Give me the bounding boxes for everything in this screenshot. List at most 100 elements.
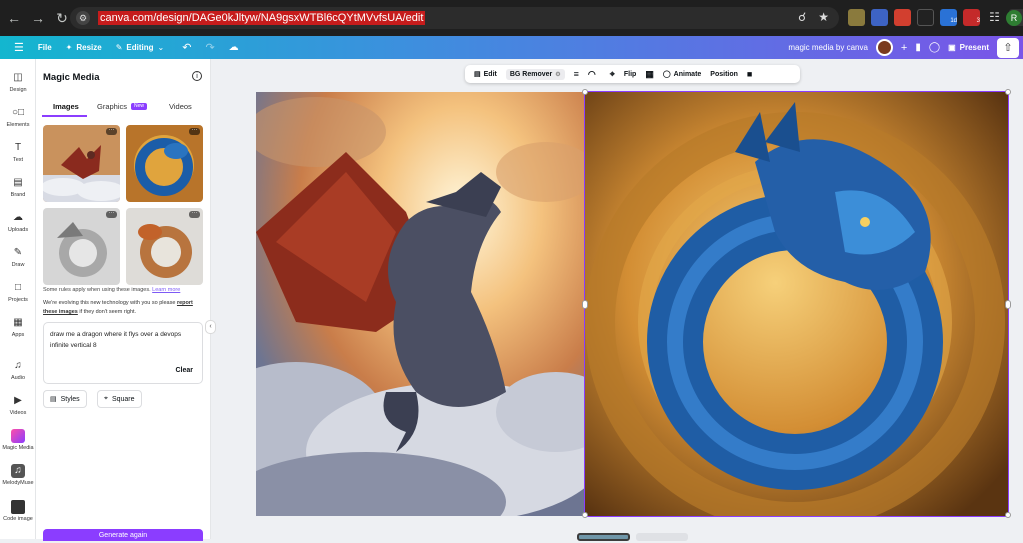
info-icon[interactable]: i [192, 71, 202, 81]
more-options-icon[interactable]: ··· [189, 210, 200, 218]
corner-rounding-icon[interactable]: ◠ [588, 69, 596, 80]
sketch-dragon-image [43, 208, 120, 285]
menu-icon[interactable]: ☰ [14, 41, 24, 54]
panel-title: Magic Media [43, 72, 100, 83]
editing-label: Editing [126, 43, 154, 52]
magic-media-icon [11, 429, 25, 443]
aspect-ratio-button[interactable]: ⌖ Square [97, 390, 142, 408]
zoom-icon[interactable]: ☌ [798, 10, 806, 24]
address-bar[interactable]: ⚙ canva.com/design/DAGe0kJltyw/NA9gsxWTB… [70, 7, 839, 29]
redo-icon[interactable]: ↷ [205, 41, 214, 54]
rail-item-projects[interactable]: □ Projects [0, 281, 36, 303]
rail-item-brand[interactable]: ▤ Brand [0, 176, 36, 198]
comments-icon[interactable]: ◯ [929, 42, 940, 53]
evolve-text: We're evolving this new technology with … [43, 300, 176, 306]
resize-handle[interactable] [582, 300, 588, 309]
site-info-icon[interactable]: ⚙ [76, 11, 90, 25]
result-thumbnail[interactable]: ··· [126, 208, 203, 285]
position-button[interactable]: Position [710, 71, 738, 78]
evolve-text-end: if they don't seem right. [79, 309, 137, 315]
resize-handle[interactable] [582, 512, 588, 518]
extension-icon-1[interactable] [848, 9, 865, 26]
extension-icon-3[interactable] [894, 9, 911, 26]
rail-label: Brand [10, 192, 26, 198]
resize-handle[interactable] [1005, 300, 1011, 309]
rail-item-magic-media[interactable]: Magic Media [0, 429, 36, 451]
forward-icon[interactable]: → [28, 8, 48, 28]
extensions-puzzle-icon[interactable]: ☷ [986, 9, 1003, 26]
rail-label: Draw [11, 262, 25, 268]
more-options-icon[interactable]: ··· [189, 127, 200, 135]
tab-graphics[interactable]: Graphics [97, 102, 127, 111]
present-button[interactable]: ▣ Present [948, 43, 989, 52]
orange-dragon-image [126, 208, 203, 285]
design-title[interactable]: magic media by canva [788, 43, 868, 52]
more-options-icon[interactable]: ··· [106, 127, 117, 135]
rail-item-design[interactable]: ◫ Design [0, 71, 36, 93]
cloud-save-icon[interactable]: ☁ [229, 42, 239, 53]
editor-topbar: ☰ File ✦ Resize ✎ Editing ⌄ ↶ ↷ ☁ magic med… [0, 36, 1023, 59]
tab-videos[interactable]: Videos [169, 102, 192, 111]
text-icon: T [14, 142, 22, 153]
result-thumbnail[interactable]: ··· [43, 125, 120, 202]
undo-icon[interactable]: ↶ [182, 41, 191, 54]
rail-item-audio[interactable]: ♫ Audio [0, 359, 36, 381]
profile-avatar[interactable]: R [1006, 10, 1022, 26]
resize-handle[interactable] [1005, 89, 1011, 95]
rail-label: Uploads [7, 227, 29, 233]
bookmark-star-icon[interactable]: ★ [818, 10, 829, 24]
rail-item-videos[interactable]: ▶ Videos [0, 394, 36, 416]
prompt-text[interactable]: draw me a dragon where it flys over a de… [50, 329, 190, 351]
learn-more-link[interactable]: Learn more [152, 287, 180, 293]
extension-icon-5[interactable]: 1d [940, 9, 957, 26]
styles-button[interactable]: ▤ Styles [43, 390, 87, 408]
canvas-image-blue-dragon[interactable] [584, 91, 1009, 517]
share-icon[interactable]: ⇧ [997, 37, 1019, 58]
insights-icon[interactable]: ▮ [915, 42, 921, 53]
border-style-icon[interactable]: ≡ [574, 69, 579, 79]
rail-item-apps[interactable]: ▦ Apps [0, 316, 36, 338]
resize-handle[interactable] [582, 89, 588, 95]
file-menu[interactable]: File [38, 43, 52, 52]
more-options-icon[interactable]: ··· [106, 210, 117, 218]
bg-remover-button[interactable]: BG Remover ⚙ [505, 68, 565, 80]
blue-dragon-image [126, 125, 203, 202]
result-thumbnail[interactable]: ··· [43, 208, 120, 285]
clear-button[interactable]: Clear [175, 367, 193, 374]
resize-handle[interactable] [1005, 512, 1011, 518]
rail-label: Projects [8, 297, 28, 303]
edit-button[interactable]: ▤ Edit [474, 70, 497, 79]
rail-item-draw[interactable]: ✎ Draw [0, 246, 36, 268]
browser-toolbar: ← → ↻ ⚙ canva.com/design/DAGe0kJltyw/NA9… [0, 0, 1023, 36]
transparency-icon[interactable]: ▦ [645, 69, 654, 80]
back-icon[interactable]: ← [4, 8, 24, 28]
generate-again-button[interactable]: Generate again [43, 529, 203, 541]
rail-item-uploads[interactable]: ☁ Uploads [0, 211, 36, 233]
user-avatar[interactable] [875, 39, 893, 56]
rail-item-text[interactable]: T Text [0, 141, 36, 163]
url-text[interactable]: canva.com/design/DAGe0kJltyw/NA9gsxWTBl6… [98, 11, 426, 25]
result-thumbnail[interactable]: ··· [126, 125, 203, 202]
extension-icon-2[interactable] [871, 9, 888, 26]
prompt-input[interactable]: draw me a dragon where it flys over a de… [43, 322, 203, 384]
collapse-panel-icon[interactable]: ‹ [205, 320, 216, 334]
copy-style-icon[interactable]: ■ [747, 69, 752, 79]
resize-button[interactable]: ✦ Resize [66, 43, 102, 52]
flip-button[interactable]: Flip [624, 71, 636, 78]
active-tab-indicator [42, 115, 87, 117]
page-thumbnail[interactable] [636, 533, 688, 541]
rail-item-elements[interactable]: ○□ Elements [0, 106, 36, 128]
reload-icon[interactable]: ↻ [52, 8, 72, 28]
design-icon: ◫ [13, 72, 23, 83]
animate-button[interactable]: ◯ Animate [663, 70, 701, 79]
add-collaborator-icon[interactable]: + [901, 42, 907, 54]
crop-button[interactable]: ⌖ [610, 69, 615, 80]
rail-item-code-image[interactable]: Code image [0, 500, 36, 522]
extension-icon-4[interactable] [917, 9, 934, 26]
extension-icon-6[interactable]: 3 [963, 9, 980, 26]
canvas-image-red-dragon[interactable] [256, 92, 586, 516]
editing-mode-button[interactable]: ✎ Editing ⌄ [116, 43, 165, 52]
tab-images[interactable]: Images [53, 102, 79, 111]
page-thumbnail-active[interactable] [577, 533, 630, 541]
rail-item-melodymuse[interactable]: ♫ MelodyMuse [0, 464, 36, 486]
